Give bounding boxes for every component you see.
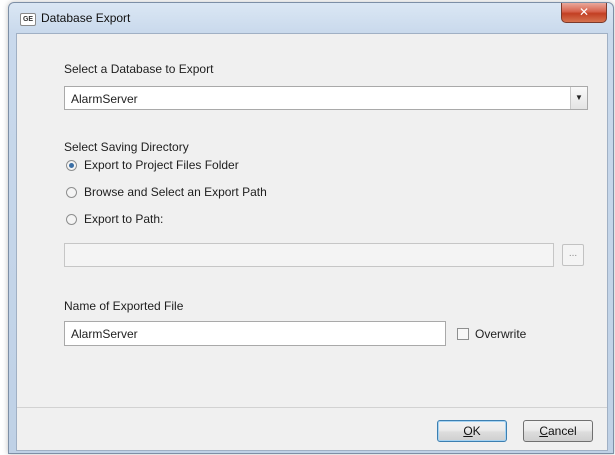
cancel-button[interactable]: Cancel <box>523 420 593 442</box>
ok-button-mnemonic: O <box>463 424 473 438</box>
cancel-button-mnemonic: C <box>539 424 548 438</box>
file-name-input[interactable]: AlarmServer <box>64 321 446 346</box>
file-name-label: Name of Exported File <box>64 299 184 313</box>
dialog-content: Select a Database to Export AlarmServer … <box>17 34 607 407</box>
cancel-button-label: ancel <box>547 424 577 438</box>
radio-export-to-path[interactable] <box>66 214 77 225</box>
database-export-dialog: GE Database Export ✕ Select a Database t… <box>8 2 614 454</box>
close-button[interactable]: ✕ <box>561 3 607 23</box>
ok-button-label: K <box>472 424 481 438</box>
export-path-input[interactable] <box>64 243 554 267</box>
database-label: Select a Database to Export <box>64 62 214 76</box>
chevron-down-icon[interactable]: ▼ <box>570 87 587 109</box>
file-name-value: AlarmServer <box>71 327 138 341</box>
window-title: Database Export <box>41 11 131 25</box>
app-icon: GE <box>20 13 36 26</box>
radio-export-project-folder-label[interactable]: Export to Project Files Folder <box>84 158 239 172</box>
dialog-footer: OK Cancel <box>17 408 607 450</box>
close-icon: ✕ <box>578 5 590 19</box>
saving-directory-label: Select Saving Directory <box>64 140 189 154</box>
title-bar[interactable]: GE Database Export ✕ <box>9 3 613 33</box>
radio-export-project-folder[interactable] <box>66 160 77 171</box>
radio-export-to-path-label[interactable]: Export to Path: <box>84 212 163 226</box>
browse-button[interactable]: ... <box>562 244 584 266</box>
database-selected-value: AlarmServer <box>71 92 138 106</box>
ok-button[interactable]: OK <box>437 420 507 442</box>
dialog-client-area: Select a Database to Export AlarmServer … <box>16 33 608 451</box>
radio-browse-export-path[interactable] <box>66 187 77 198</box>
radio-browse-export-path-label[interactable]: Browse and Select an Export Path <box>84 185 267 199</box>
overwrite-checkbox[interactable] <box>457 328 469 340</box>
database-combobox[interactable]: AlarmServer ▼ <box>64 86 588 110</box>
overwrite-label[interactable]: Overwrite <box>475 327 526 341</box>
